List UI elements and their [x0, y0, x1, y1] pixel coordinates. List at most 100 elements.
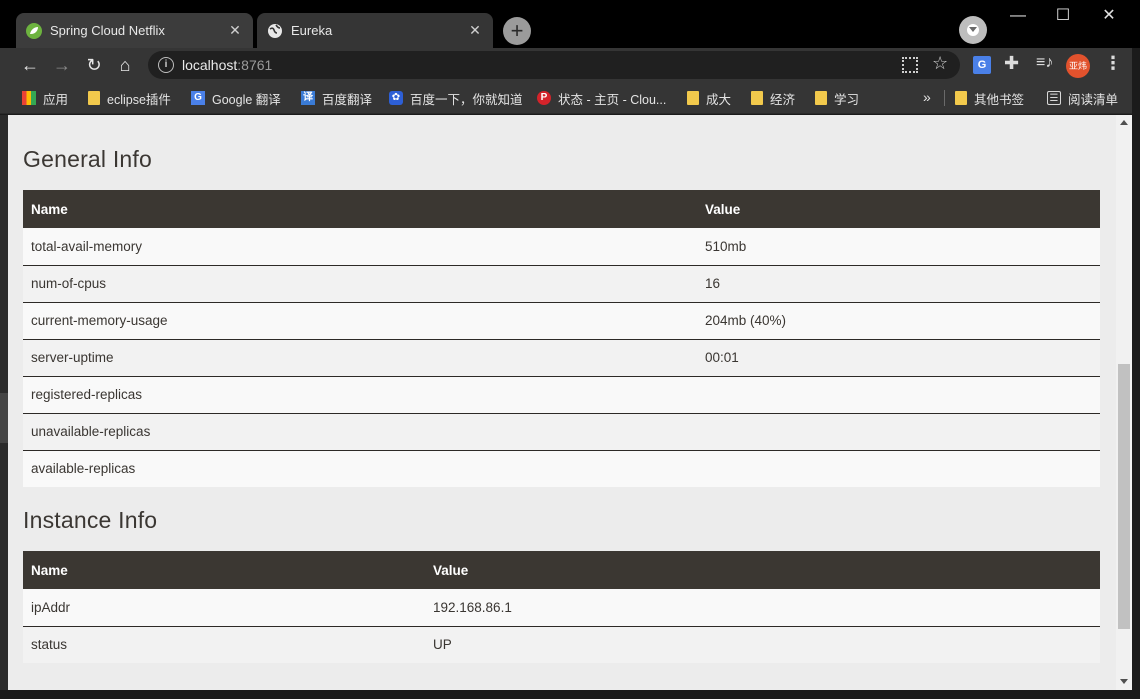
- bookmark-label: 应用: [43, 92, 69, 107]
- reload-button[interactable]: ↻: [80, 51, 108, 79]
- table-row: num-of-cpus 16: [23, 265, 1100, 303]
- bookmarks-bar: 应用 eclipse插件 G Google 翻译 译 百度翻译 ✿ 百度一下，你…: [0, 82, 1140, 114]
- tab-close-icon[interactable]: ✕: [467, 22, 483, 39]
- tab-close-icon[interactable]: ✕: [227, 22, 243, 39]
- page-content: General Info Name Value total-avail-memo…: [8, 115, 1116, 690]
- instance-info-title: Instance Info: [23, 507, 158, 533]
- new-tab-button[interactable]: +: [503, 17, 531, 45]
- media-control-icon[interactable]: ≡♪: [1036, 54, 1053, 72]
- bookmark-economy[interactable]: 经济: [751, 89, 795, 107]
- window-close-button[interactable]: ✕: [1086, 3, 1132, 29]
- row-name: server-uptime: [23, 339, 697, 377]
- bookmark-study[interactable]: 学习: [815, 89, 859, 107]
- column-header-name: Name: [23, 190, 697, 228]
- bookmark-chengda[interactable]: 成大: [687, 89, 731, 107]
- row-name: available-replicas: [23, 450, 697, 487]
- tab-eureka[interactable]: Eureka ✕: [257, 13, 493, 48]
- table-header-row: Name Value: [23, 190, 1100, 228]
- tab-title: Spring Cloud Netflix: [50, 23, 165, 38]
- bookmark-eclipse-plugins[interactable]: eclipse插件: [88, 89, 171, 107]
- scroll-up-arrow-icon[interactable]: [1120, 120, 1128, 125]
- spring-leaf-icon: [26, 22, 42, 39]
- folder-icon: [751, 91, 763, 105]
- table-row: available-replicas: [23, 450, 1100, 487]
- row-name: unavailable-replicas: [23, 413, 697, 451]
- window-maximize-button[interactable]: ☐: [1040, 3, 1086, 29]
- row-value: 192.168.86.1: [425, 589, 1100, 627]
- site-info-icon[interactable]: i: [158, 57, 174, 73]
- tab-spring-cloud-netflix[interactable]: Spring Cloud Netflix ✕: [16, 13, 253, 48]
- bookmark-label: 经济: [770, 92, 796, 107]
- table-row: registered-replicas: [23, 376, 1100, 414]
- instance-info-table: Name Value ipAddr 192.168.86.1 status UP: [23, 551, 1100, 663]
- bookmarks-divider: [944, 90, 945, 106]
- bookmarks-overflow-button[interactable]: »: [923, 89, 931, 105]
- apps-grid-icon: [22, 91, 36, 105]
- row-value: 204mb (40%): [697, 302, 1100, 340]
- forward-button[interactable]: →: [48, 51, 76, 79]
- bookmark-label: 成大: [706, 92, 732, 107]
- folder-icon: [955, 91, 967, 105]
- scroll-down-arrow-icon[interactable]: [1120, 679, 1128, 684]
- row-value: [697, 450, 1100, 487]
- bookmark-label: 百度翻译: [322, 92, 373, 107]
- scrollbar-thumb[interactable]: [1118, 364, 1130, 629]
- bookmark-label: eclipse插件: [107, 92, 171, 107]
- qr-code-icon[interactable]: [902, 57, 918, 73]
- row-name: ipAddr: [23, 589, 425, 627]
- table-row: server-uptime 00:01: [23, 339, 1100, 377]
- tab-strip: Spring Cloud Netflix ✕ Eureka ✕ + — ☐ ✕: [0, 0, 1140, 48]
- google-translate-icon: G: [191, 91, 205, 105]
- tab-title: Eureka: [291, 23, 333, 38]
- column-header-name: Name: [23, 551, 425, 589]
- bookmark-other[interactable]: 其他书签: [955, 89, 1024, 107]
- globe-icon: [267, 23, 283, 39]
- table-header-row: Name Value: [23, 551, 1100, 589]
- bookmark-google-translate[interactable]: G Google 翻译: [191, 89, 281, 107]
- row-name: num-of-cpus: [23, 265, 697, 303]
- extensions-puzzle-icon[interactable]: ✚: [1004, 53, 1019, 74]
- bookmark-label: 百度一下，你就知道: [410, 92, 523, 107]
- bookmark-baidu[interactable]: ✿ 百度一下，你就知道: [389, 89, 523, 107]
- url-port: :8761: [237, 57, 273, 73]
- menu-icon[interactable]: ⋮: [1104, 53, 1122, 74]
- page-left-edge: [0, 115, 8, 690]
- reading-list[interactable]: ☰ 阅读清单: [1047, 89, 1118, 107]
- column-header-value: Value: [697, 190, 1100, 228]
- baidu-translate-icon: 译: [301, 91, 315, 105]
- window-bottom-edge: [0, 690, 1140, 699]
- bookmark-label: 其他书签: [974, 92, 1025, 107]
- table-row: unavailable-replicas: [23, 413, 1100, 451]
- window-minimize-button[interactable]: —: [995, 3, 1041, 29]
- bookmark-baidu-translate[interactable]: 译 百度翻译: [301, 89, 372, 107]
- bookmark-star-icon[interactable]: ☆: [932, 53, 948, 74]
- tab-search-dropdown-icon[interactable]: [959, 16, 987, 44]
- baidu-paw-icon: ✿: [389, 91, 403, 105]
- bookmark-label: Google 翻译: [212, 92, 281, 107]
- translate-extension-icon[interactable]: G: [973, 56, 991, 74]
- home-button[interactable]: ⌂: [111, 51, 139, 79]
- table-row: total-avail-memory 510mb: [23, 228, 1100, 266]
- row-name: total-avail-memory: [23, 228, 697, 266]
- row-name: current-memory-usage: [23, 302, 697, 340]
- address-bar[interactable]: i localhost:8761 ☆: [148, 51, 960, 79]
- row-value: [697, 413, 1100, 451]
- row-name: status: [23, 626, 425, 663]
- url-text[interactable]: localhost:8761: [182, 57, 272, 73]
- row-value: [697, 376, 1100, 414]
- column-header-value: Value: [425, 551, 1100, 589]
- url-host: localhost: [182, 57, 238, 73]
- row-value: 16: [697, 265, 1100, 303]
- folder-icon: [88, 91, 100, 105]
- bookmark-apps[interactable]: 应用: [22, 89, 68, 107]
- general-info-table: Name Value total-avail-memory 510mb num-…: [23, 190, 1100, 487]
- folder-icon: [815, 91, 827, 105]
- avatar[interactable]: 亚炜: [1066, 54, 1090, 78]
- bookmark-label: 状态 - 主页 - Clou...: [558, 92, 667, 107]
- bookmark-label: 阅读清单: [1068, 92, 1119, 107]
- bookmark-status-home[interactable]: P 状态 - 主页 - Clou...: [537, 89, 666, 107]
- table-row: current-memory-usage 204mb (40%): [23, 302, 1100, 340]
- vertical-scrollbar[interactable]: [1116, 115, 1132, 690]
- row-value: UP: [425, 626, 1100, 663]
- back-button[interactable]: ←: [16, 51, 44, 79]
